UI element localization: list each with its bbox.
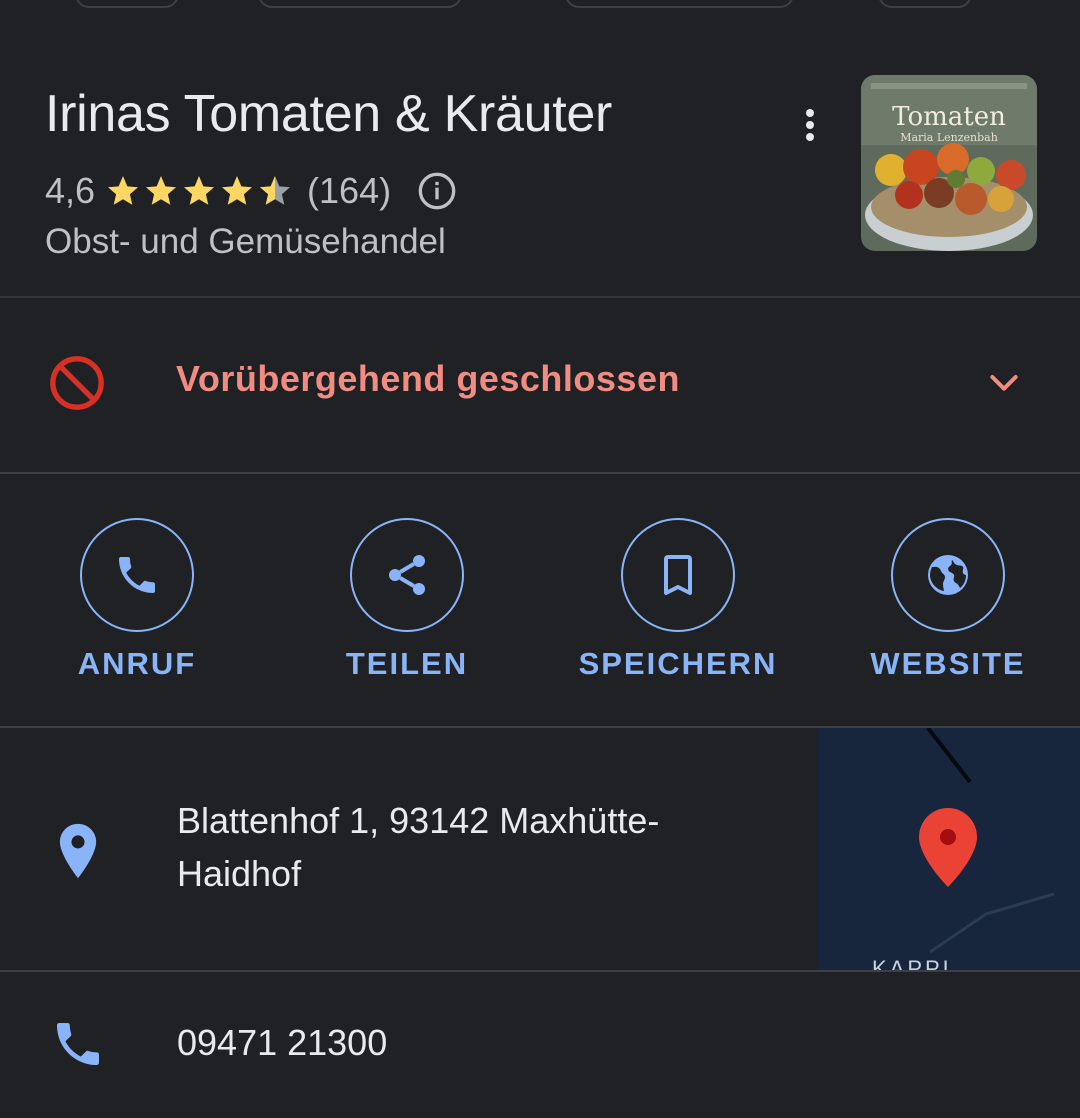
bookmark-icon: [664, 555, 692, 595]
map-graphic: KAPPL: [818, 728, 1080, 970]
share-icon: [389, 555, 425, 595]
thumb-author: Maria Lenzenbah: [900, 131, 998, 144]
place-title: Irinas Tomaten & Kräuter: [45, 85, 613, 143]
phone-icon: [57, 1023, 99, 1065]
action-button-row: ANRUF TEILEN SPEICHERN WEBSITE: [0, 474, 1080, 728]
phone-icon: [119, 557, 155, 593]
open-status-text: Vorübergehend geschlossen: [176, 358, 680, 399]
save-action[interactable]: SPEICHERN: [558, 518, 798, 698]
star-icon: [184, 176, 215, 205]
share-label: TEILEN: [345, 646, 469, 681]
star-icon: [108, 176, 139, 205]
save-button[interactable]: [621, 518, 735, 632]
call-label: ANRUF: [77, 646, 197, 681]
place-header: Irinas Tomaten & Kräuter 4,6 (164) Obst-…: [0, 0, 1080, 298]
location-pin-icon: [59, 823, 97, 879]
info-icon[interactable]: [417, 171, 457, 211]
star-rating: [105, 173, 295, 209]
more-options-button[interactable]: [788, 100, 832, 150]
website-button[interactable]: [891, 518, 1005, 632]
phone-row[interactable]: 09471 21300: [0, 972, 1080, 1118]
phone-number: 09471 21300: [177, 1022, 388, 1063]
star-icon: [146, 176, 177, 205]
save-label: SPEICHERN: [578, 646, 778, 681]
open-status-row[interactable]: Vorübergehend geschlossen: [0, 298, 1080, 474]
thumb-title: Tomaten: [892, 102, 1006, 132]
address-line-1: Blattenhof 1, 93142 Maxhütte-: [177, 800, 660, 841]
share-button[interactable]: [350, 518, 464, 632]
map-place-label: KAPPL: [872, 956, 958, 970]
website-action[interactable]: WEBSITE: [828, 518, 1068, 698]
map-preview[interactable]: KAPPL: [818, 728, 1080, 970]
website-label: WEBSITE: [870, 646, 1026, 681]
call-button[interactable]: [80, 518, 194, 632]
more-vert-icon: [806, 109, 814, 141]
place-category: Obst- und Gemüsehandel: [45, 222, 446, 261]
share-action[interactable]: TEILEN: [287, 518, 527, 698]
place-thumbnail[interactable]: Tomaten Maria Lenzenbah: [861, 75, 1037, 251]
review-count: (164): [307, 170, 392, 211]
star-half-icon: [260, 176, 291, 205]
block-icon: [50, 356, 104, 410]
chevron-down-icon[interactable]: [984, 362, 1024, 402]
star-icon: [222, 176, 253, 205]
rating-value: 4,6: [45, 170, 96, 211]
book-cover-image: Tomaten Maria Lenzenbah: [861, 75, 1037, 251]
address-line-2: Haidhof: [177, 853, 302, 894]
address-text: Blattenhof 1, 93142 Maxhütte- Haidhof: [177, 794, 777, 900]
call-action[interactable]: ANRUF: [17, 518, 257, 698]
globe-icon: [928, 555, 968, 595]
address-row[interactable]: Blattenhof 1, 93142 Maxhütte- Haidhof KA…: [0, 728, 1080, 972]
rating-row[interactable]: 4,6 (164): [45, 166, 457, 216]
